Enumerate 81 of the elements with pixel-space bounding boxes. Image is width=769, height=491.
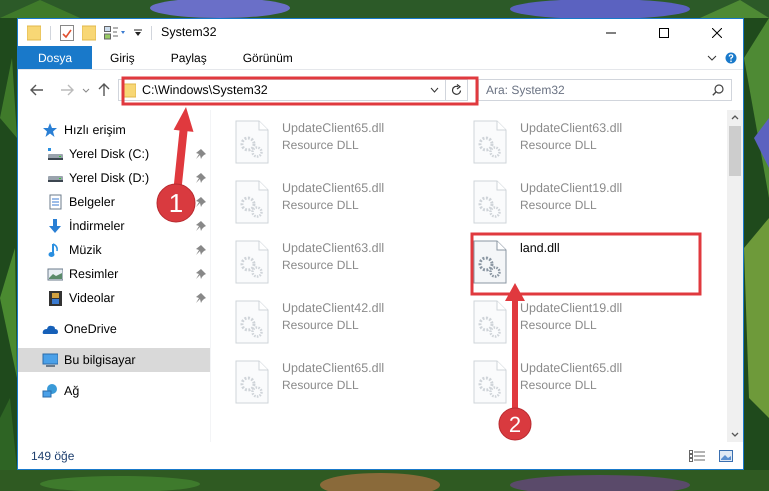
maximize-icon[interactable] [658,28,668,38]
close-icon[interactable] [712,28,722,38]
sidebar-item[interactable]: Yerel Disk (C:) [18,142,154,166]
sidebar-item[interactable]: Müzik [18,238,106,262]
scrollbar[interactable] [727,110,743,442]
dll-file-icon[interactable] [473,240,507,284]
item-count: 149 öğe [31,448,74,464]
file-name: land.dll [520,240,560,257]
step-badge [498,408,532,440]
film-icon [47,290,63,306]
file-name: UpdateClient65.dll [282,360,384,377]
file-type: Resource DLL [282,137,360,153]
address-field[interactable]: C:\Windows\System32 [118,79,468,101]
file-type: Resource DLL [282,377,360,393]
file-type: Resource DLL [520,317,598,333]
step-number: 2 [508,412,522,437]
search-icon[interactable] [712,84,724,96]
up-arrow-icon[interactable] [98,83,110,97]
search-field[interactable]: Ara: System32 [478,79,732,101]
file-name: UpdateClient65.dll [520,360,622,377]
view-options-icon[interactable] [104,26,126,40]
chevron-down-icon[interactable] [707,54,717,60]
pin-icon[interactable] [196,245,206,255]
file-name: UpdateClient63.dll [520,120,622,137]
file-type: Resource DLL [520,377,598,393]
download-arrow-icon [47,218,63,234]
sidebar-item[interactable]: Belgeler [18,190,119,214]
pin-icon[interactable] [196,197,206,207]
star-icon [42,122,58,138]
sidebar-item[interactable]: Hızlı erişim [18,118,130,142]
help-icon[interactable] [725,52,737,64]
monitor-icon [42,352,58,368]
file-name: UpdateClient19.dll [520,180,622,197]
picture-icon [47,266,63,282]
file-name: UpdateClient65.dll [282,120,384,137]
ribbon-tab[interactable]: Paylaş [152,46,225,69]
scroll-thumb[interactable] [729,126,741,176]
file-type: Resource DLL [282,257,360,273]
dropdown-caret-icon[interactable] [430,87,439,93]
pin-icon[interactable] [196,149,206,159]
new-folder-icon[interactable] [82,24,96,40]
pin-icon[interactable] [196,173,206,183]
window-title: System32 [161,24,217,42]
sidebar-item[interactable]: Resimler [18,262,122,286]
step-badge [156,184,196,222]
file-type: Resource DLL [520,197,598,213]
recent-caret-icon[interactable] [82,88,90,92]
sidebar-item[interactable]: OneDrive [18,317,121,341]
sidebar-item[interactable]: Ağ [18,379,84,403]
network-icon [42,383,58,399]
back-arrow-icon[interactable] [30,84,44,96]
document-icon [47,194,63,210]
refresh-icon[interactable] [451,84,462,96]
sidebar-item[interactable]: Videolar [18,286,119,310]
ribbon-tab[interactable]: Dosya [18,46,92,69]
pin-icon[interactable] [196,293,206,303]
file-type: Resource DLL [282,317,360,333]
large-icons-view-icon[interactable] [719,450,733,462]
scroll-up-icon[interactable] [731,115,739,120]
file-name: UpdateClient19.dll [520,300,622,317]
sidebar-item[interactable]: İndirmeler [18,214,129,238]
ribbon-tab[interactable]: Giriş [92,46,153,69]
scroll-down-icon[interactable] [731,432,739,437]
forward-arrow-icon[interactable] [60,84,74,96]
details-view-icon[interactable] [689,450,705,462]
customize-caret-icon[interactable] [134,28,142,36]
address-path: C:\Windows\System32 [142,82,268,99]
pin-icon[interactable] [196,269,206,279]
drive-icon [47,146,63,162]
file-type: Resource DLL [520,137,598,153]
file-type: Resource DLL [282,197,360,213]
ribbon-tab[interactable]: Görünüm [224,46,311,69]
folder-icon[interactable] [27,24,41,40]
sidebar-item[interactable]: Yerel Disk (D:) [18,166,154,190]
sidebar-item[interactable]: Bu bilgisayar [18,348,210,372]
file-name: UpdateClient42.dll [282,300,384,317]
file-name: UpdateClient65.dll [282,180,384,197]
step-number: 1 [168,188,184,218]
pin-icon[interactable] [196,221,206,231]
file-name: UpdateClient63.dll [282,240,384,257]
properties-icon[interactable] [60,24,74,40]
